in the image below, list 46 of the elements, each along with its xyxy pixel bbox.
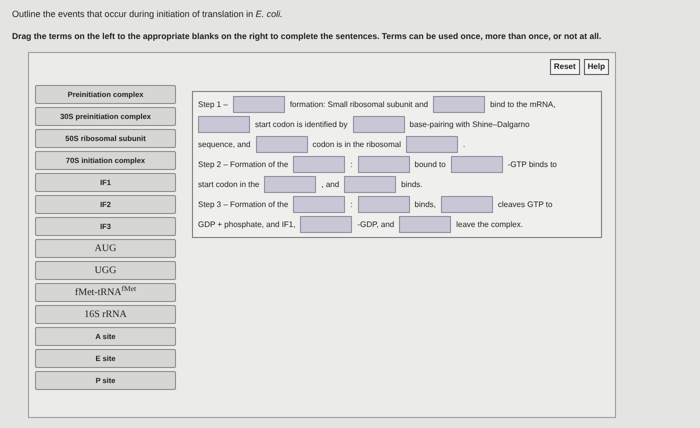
drop-target[interactable] — [293, 156, 346, 174]
question-text: Outline the events that occur during initiation of translation in E. coli. — [12, 8, 284, 21]
sentence-text: Step 1 – — [198, 98, 228, 111]
sentence-text: -GDP, and — [357, 218, 394, 231]
sentence-text: base-pairing with Shine–Dalgarno — [410, 118, 530, 131]
term-tile[interactable]: 16S rRNA — [35, 305, 176, 324]
sentence-text: bound to — [414, 158, 446, 171]
drop-target[interactable] — [293, 196, 346, 214]
sentence-text: start codon in the — [198, 178, 260, 191]
term-tile[interactable]: UGG — [35, 261, 176, 280]
term-tile[interactable]: AUG — [35, 239, 176, 258]
toolbar-button[interactable]: Help — [584, 59, 609, 76]
sentence-text: -GTP binds to — [508, 158, 557, 171]
drop-target[interactable] — [344, 176, 396, 194]
sentence-text: bind to the mRNA, — [490, 98, 556, 111]
drop-target[interactable] — [440, 196, 493, 214]
sentence-text: Step 2 – Formation of the — [198, 158, 288, 171]
drop-target[interactable] — [300, 216, 352, 234]
sentence-text: sequence, and — [198, 138, 250, 151]
toolbar-button[interactable]: Reset — [550, 59, 580, 76]
drop-target[interactable] — [256, 136, 308, 154]
drop-target[interactable] — [450, 156, 503, 174]
drop-target[interactable] — [232, 96, 285, 114]
sentence-text: GDP + phosphate, and IF1, — [198, 218, 296, 231]
term-tile[interactable]: fMet-tRNA$^{fMet}$ — [35, 283, 176, 302]
sentence-text: start codon is identified by — [255, 118, 348, 131]
drop-target[interactable] — [433, 96, 486, 114]
sentence-text: leave the complex. — [456, 218, 523, 231]
drop-target[interactable] — [399, 216, 452, 234]
sentence-text: : — [350, 158, 353, 171]
drop-target[interactable] — [406, 136, 458, 154]
sentence-text: cleaves GTP to — [498, 198, 552, 211]
sentence-text: codon is in the ribosomal — [312, 138, 401, 151]
instructions-text: Drag the terms on the left to the appropriate blanks on the right to complete the sentences. Terms can be used once, more than once, or not at all. — [12, 30, 602, 42]
sentence-text: . — [463, 138, 466, 151]
sentence-text: Step 3 – Formation of the — [198, 198, 288, 211]
sentence-text: formation: Small ribosomal subunit and — [290, 98, 428, 111]
sentence-text: , and — [321, 178, 340, 191]
sentence-text: : — [350, 198, 353, 211]
sentence-text: binds, — [414, 198, 436, 211]
drop-target[interactable] — [352, 116, 404, 134]
drop-target[interactable] — [358, 196, 410, 214]
sentence-text: binds. — [401, 178, 423, 191]
drop-target[interactable] — [358, 156, 410, 174]
drop-target[interactable] — [264, 176, 316, 194]
drop-target[interactable] — [198, 116, 250, 134]
